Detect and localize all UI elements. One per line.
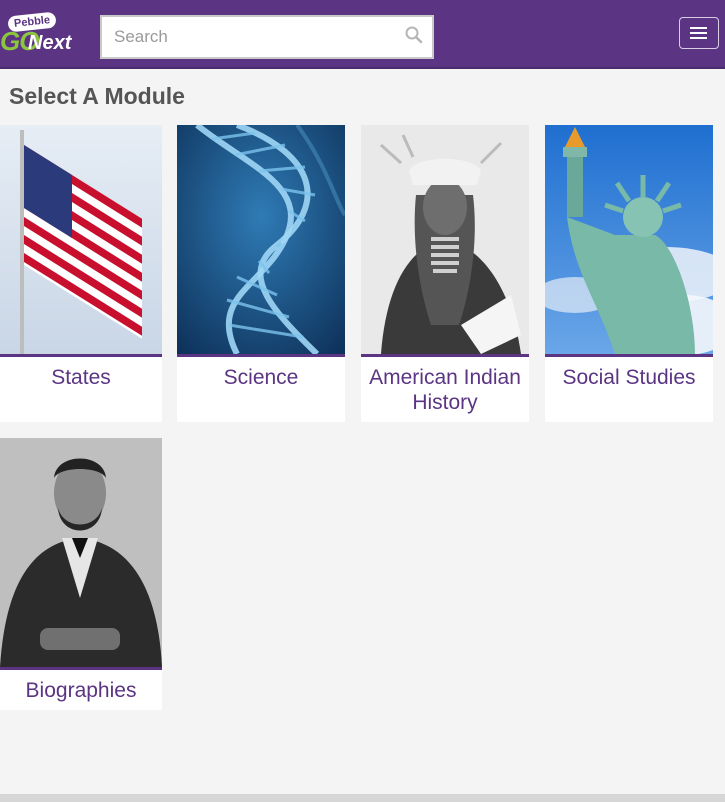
- module-card-states[interactable]: States: [0, 125, 162, 422]
- module-label: Social Studies: [562, 366, 696, 389]
- module-label: States: [51, 366, 111, 389]
- search-input[interactable]: [102, 17, 392, 57]
- module-label: American Indian History: [369, 366, 521, 414]
- module-card-biographies[interactable]: Biographies: [0, 438, 162, 710]
- bottom-scrollbar[interactable]: [0, 794, 725, 802]
- hamburger-menu-icon: [690, 27, 707, 29]
- module-card-american-indian-history[interactable]: American Indian History: [361, 125, 529, 422]
- module-card-science[interactable]: Science: [177, 125, 345, 422]
- american-flag-image: [0, 125, 162, 354]
- logo-next-text: Next: [28, 32, 72, 54]
- statue-of-liberty-image: [545, 125, 713, 354]
- top-navbar: Pebble GO Next: [0, 0, 725, 69]
- native-american-portrait-image: [361, 125, 529, 354]
- module-card-social-studies[interactable]: Social Studies: [545, 125, 713, 422]
- dna-helix-image: [177, 125, 345, 354]
- lincoln-portrait-image: [0, 438, 162, 667]
- pebble-go-next-logo[interactable]: Pebble GO Next: [0, 11, 90, 60]
- module-label: Science: [223, 366, 299, 389]
- module-label: Biographies: [25, 679, 137, 702]
- hamburger-menu-button[interactable]: [679, 17, 719, 49]
- search-icon[interactable]: [404, 25, 424, 45]
- search-box: [100, 15, 434, 59]
- page-title: Select A Module: [9, 83, 185, 109]
